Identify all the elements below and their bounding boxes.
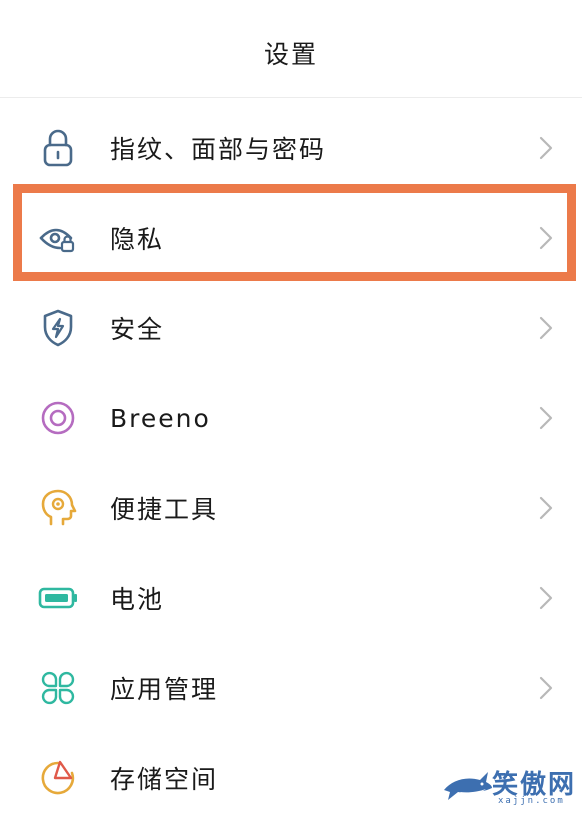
- settings-item-label: 便捷工具: [110, 495, 219, 524]
- settings-item-battery[interactable]: 电池: [0, 553, 582, 643]
- settings-item-privacy[interactable]: 隐私: [0, 193, 582, 283]
- chevron-right-icon: [539, 406, 553, 430]
- apps-grid-icon: [38, 668, 78, 708]
- breeno-icon: [38, 398, 78, 438]
- watermark-url: xajjn.com: [498, 796, 565, 806]
- settings-item-label: 安全: [110, 315, 165, 344]
- chevron-right-icon: [539, 226, 553, 250]
- settings-item-convenience-tools[interactable]: 便捷工具: [0, 463, 582, 553]
- chevron-right-icon: [539, 316, 553, 340]
- chevron-right-icon: [539, 496, 553, 520]
- chevron-right-icon: [539, 136, 553, 160]
- watermark: 笑傲网 xajjn.com: [440, 762, 582, 809]
- settings-item-label: 电池: [110, 585, 165, 614]
- settings-item-label: 指纹、面部与密码: [110, 135, 327, 164]
- shield-bolt-icon: [38, 308, 78, 348]
- head-gear-icon: [38, 488, 78, 528]
- settings-item-label: Breeno: [110, 403, 211, 433]
- pie-chart-icon: [38, 758, 78, 798]
- settings-item-security[interactable]: 安全: [0, 283, 582, 373]
- page-title: 设置: [263, 39, 318, 69]
- settings-item-fingerprint-face-password[interactable]: 指纹、面部与密码: [0, 103, 582, 193]
- chevron-right-icon: [539, 676, 553, 700]
- lock-icon: [38, 128, 78, 168]
- settings-item-label: 应用管理: [110, 675, 219, 704]
- battery-icon: [38, 578, 78, 618]
- settings-item-label: 隐私: [110, 225, 165, 254]
- settings-item-app-management[interactable]: 应用管理: [0, 643, 582, 733]
- chevron-right-icon: [539, 586, 553, 610]
- settings-item-breeno[interactable]: Breeno: [0, 373, 582, 463]
- top-bar: 设置: [0, 0, 582, 98]
- eye-lock-icon: [38, 218, 78, 258]
- shark-logo-icon: [444, 772, 492, 800]
- settings-item-label: 存储空间: [110, 765, 219, 794]
